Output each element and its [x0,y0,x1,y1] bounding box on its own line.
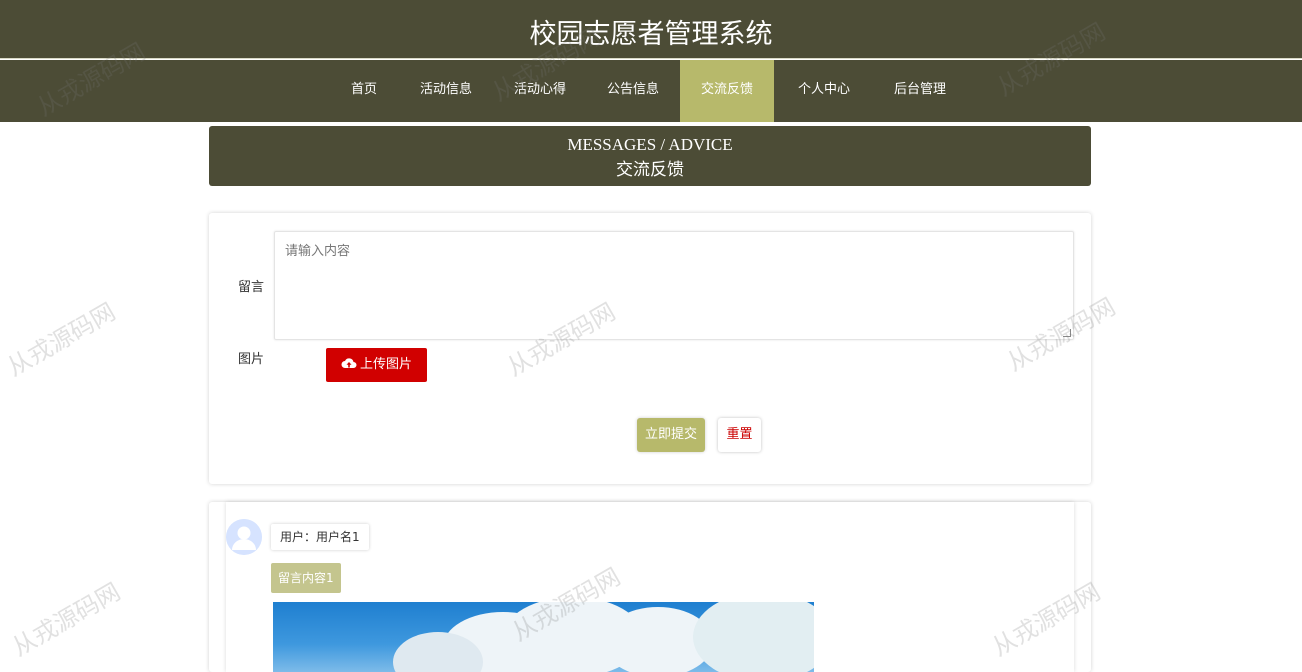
user-avatar-icon [226,519,262,555]
site-title: 校园志愿者管理系统 [529,19,773,50]
banner-title-en: MESSAGES / ADVICE [567,135,733,154]
message-label: 留言 [238,280,265,295]
nav-item-activities[interactable]: 活动信息 [403,60,489,122]
message-content: 留言内容1 [271,563,341,593]
reset-button[interactable]: 重置 [718,418,761,452]
nav-item-feedback[interactable]: 交流反馈 [680,60,774,122]
message-image [273,602,814,672]
nav-item-personal-center[interactable]: 个人中心 [781,60,867,122]
upload-image-button[interactable]: 上传图片 [326,348,427,382]
banner-title-zh: 交流反馈 [616,160,684,179]
submit-button[interactable]: 立即提交 [637,418,705,452]
resize-handle-icon[interactable] [1063,329,1071,337]
feedback-form: 留言 请输入内容 图片 上传图片 立即提交 重置 [209,213,1091,484]
cloud-upload-icon [341,358,357,368]
nav-item-experiences[interactable]: 活动心得 [497,60,583,122]
watermark-text: 从戎源码网 [7,577,126,662]
site-header: 校园志愿者管理系统 [0,0,1302,59]
message-item: 用户：用户名1 留言内容1 [226,502,1074,672]
section-banner: MESSAGES / ADVICE 交流反馈 [209,126,1091,186]
watermark-text: 从戎源码网 [2,297,121,382]
main-nav: 首页 活动信息 活动心得 公告信息 交流反馈 个人中心 后台管理 [0,60,1302,122]
message-placeholder: 请输入内容 [285,244,351,259]
nav-item-admin[interactable]: 后台管理 [877,60,963,122]
message-list: 用户：用户名1 留言内容1 [209,502,1091,672]
message-username: 用户：用户名1 [271,524,369,550]
image-label: 图片 [238,352,265,367]
nav-item-home[interactable]: 首页 [335,60,393,122]
upload-image-label: 上传图片 [359,357,412,372]
message-textarea[interactable]: 请输入内容 [274,231,1074,340]
nav-item-announcements[interactable]: 公告信息 [590,60,676,122]
